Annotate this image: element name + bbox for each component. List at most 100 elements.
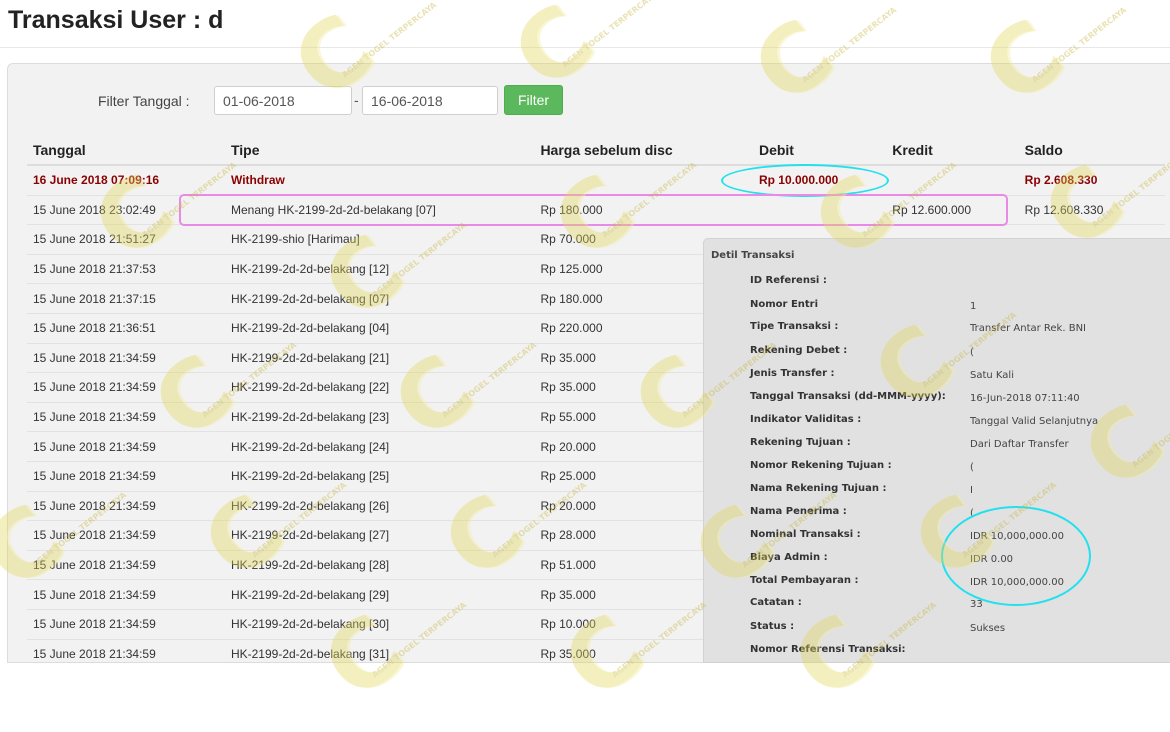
cell-type: HK-2199-2d-2d-belakang [30]	[224, 608, 535, 639]
cell-date: 15 June 2018 21:34:59	[27, 490, 225, 521]
detail-label: ID Referensi :	[750, 275, 827, 286]
transaction-detail-panel: Detil Transaksi ID Referensi : Nomor Entr…	[703, 238, 1170, 663]
detail-value: I	[970, 485, 973, 496]
cell-type: HK-2199-2d-2d-belakang [12]	[224, 253, 535, 284]
cell-date: 15 June 2018 21:34:59	[27, 372, 225, 403]
detail-label: Nama Penerima :	[750, 506, 847, 517]
table-row: 16 June 2018 07:09:16 Withdraw Rp 10.000.0…	[27, 164, 1165, 196]
cell-type: HK-2199-2d-2d-belakang [23]	[224, 401, 535, 432]
cell-date: 15 June 2018 21:34:59	[27, 520, 225, 551]
detail-value: 33	[970, 599, 983, 610]
winning-row-highlight	[179, 194, 1008, 226]
column-header-date: Tanggal	[27, 136, 225, 166]
date-from-input[interactable]	[214, 86, 352, 115]
date-to-input[interactable]	[362, 86, 498, 115]
cell-date: 15 June 2018 21:51:27	[27, 224, 225, 255]
column-header-debit: Debit	[752, 136, 887, 166]
detail-label: Jenis Transfer :	[750, 368, 835, 379]
detail-value: Sukses	[970, 623, 1006, 634]
cell-date: 15 June 2018 21:34:59	[27, 431, 225, 462]
detail-row: Nomor Rekening Tujuan : (	[704, 460, 1170, 483]
cell-date: 15 June 2018 21:34:59	[27, 460, 225, 492]
detail-row: Indikator Validitas : Tanggal Valid Selan…	[704, 414, 1170, 437]
page-title: Transaksi User : d	[8, 6, 224, 34]
detail-label: Total Pembayaran :	[750, 575, 859, 586]
cell-date: 15 June 2018 21:36:51	[27, 312, 225, 344]
cell-type: HK-2199-2d-2d-belakang [26]	[224, 490, 535, 521]
detail-value: 1	[970, 301, 977, 312]
cell-saldo: Rp 12.608.330	[1018, 194, 1165, 225]
amount-highlight-ellipse	[941, 506, 1091, 606]
detail-label: Catatan :	[750, 597, 802, 608]
cell-type: HK-2199-2d-2d-belakang [21]	[224, 342, 535, 373]
cell-type: HK-2199-2d-2d-belakang [24]	[224, 431, 535, 462]
detail-value: Transfer Antar Rek. BNI	[970, 323, 1086, 334]
detail-label: Rekening Tujuan :	[750, 437, 851, 448]
detail-label: Tipe Transaksi :	[750, 321, 839, 332]
detail-value: Satu Kali	[970, 370, 1014, 381]
cell-type: HK-2199-2d-2d-belakang [04]	[224, 312, 535, 344]
detail-row: Tipe Transaksi : Transfer Antar Rek. BNI	[704, 321, 1170, 344]
cell-date: 15 June 2018 21:34:59	[27, 549, 225, 580]
detail-row: Catatan : 33	[704, 597, 1170, 620]
detail-row: Rekening Tujuan : Dari Daftar Transfer	[704, 437, 1170, 460]
cell-credit	[886, 164, 1019, 196]
cell-date: 16 June 2018 07:09:16	[27, 164, 225, 196]
cell-type: HK-2199-2d-2d-belakang [07]	[224, 283, 535, 314]
detail-row: Tanggal Transaksi (dd-MMM-yyyy): 16-Jun-2…	[704, 391, 1170, 414]
detail-label: Nomor Entri	[750, 299, 819, 310]
detail-row: Nominal Transaksi : IDR 10,000,000.00	[704, 529, 1170, 552]
cell-type: HK-2199-2d-2d-belakang [28]	[224, 549, 535, 580]
cell-date: 15 June 2018 21:37:53	[27, 253, 225, 284]
detail-row: Nomor Entri 1	[704, 299, 1170, 322]
cell-type: HK-2199-2d-2d-belakang [27]	[224, 520, 535, 551]
cell-saldo: Rp 2.608.330	[1018, 164, 1165, 196]
detail-value: (	[970, 347, 974, 358]
detail-label: Status :	[750, 621, 795, 632]
detail-row: Nama Rekening Tujuan : I	[704, 483, 1170, 506]
date-separator: -	[354, 92, 359, 108]
detail-label: Nomor Rekening Tujuan :	[750, 460, 892, 471]
cell-date: 15 June 2018 21:34:59	[27, 342, 225, 373]
cell-type: HK-2199-2d-2d-belakang [25]	[224, 460, 535, 492]
filter-button[interactable]: Filter	[504, 85, 563, 115]
cell-type: HK-2199-2d-2d-belakang [29]	[224, 579, 535, 610]
detail-value: (	[970, 462, 974, 473]
column-header-type: Tipe	[224, 136, 535, 166]
detail-row: Rekening Debet : (	[704, 345, 1170, 368]
debit-highlight-ellipse	[721, 164, 889, 197]
detail-label: Nominal Transaksi :	[750, 529, 861, 540]
detail-row: Total Pembayaran : IDR 10,000,000.00	[704, 575, 1170, 598]
filter-date-label: Filter Tanggal :	[98, 93, 190, 109]
cell-type: Withdraw	[224, 164, 535, 196]
column-header-price: Harga sebelum disc	[534, 136, 753, 166]
table-header-row: Tanggal Tipe Harga sebelum disc Debit Kr…	[27, 136, 1165, 166]
title-divider	[0, 47, 1170, 48]
cell-type: HK-2199-shio [Harimau]	[224, 224, 535, 255]
column-header-credit: Kredit	[886, 136, 1019, 166]
column-header-saldo: Saldo	[1018, 136, 1165, 166]
cell-type: HK-2199-2d-2d-belakang [22]	[224, 372, 535, 403]
detail-value: 16-Jun-2018 07:11:40	[970, 393, 1080, 404]
detail-label: Tanggal Transaksi (dd-MMM-yyyy):	[750, 391, 946, 402]
cell-type: HK-2199-2d-2d-belakang [31]	[224, 638, 535, 669]
detail-label: Rekening Debet :	[750, 345, 848, 356]
detail-row: Status : Sukses	[704, 621, 1170, 644]
watermark-text: AGEN TOGEL TERPERCAYA	[560, 0, 659, 70]
detail-value: Tanggal Valid Selanjutnya	[970, 416, 1099, 427]
detail-label: Nama Rekening Tujuan :	[750, 483, 887, 494]
detail-row: Biaya Admin : IDR 0.00	[704, 552, 1170, 575]
detail-label: Biaya Admin :	[750, 552, 828, 563]
detail-value: Dari Daftar Transfer	[970, 439, 1069, 450]
cell-date: 15 June 2018 21:34:59	[27, 579, 225, 610]
detail-title: Detil Transaksi	[711, 250, 795, 261]
cell-date: 15 June 2018 21:34:59	[27, 608, 225, 639]
cell-date: 15 June 2018 21:34:59	[27, 638, 225, 669]
detail-label: Indikator Validitas :	[750, 414, 862, 425]
detail-row: Nama Penerima :(	[704, 506, 1170, 529]
detail-label: Nomor Referensi Transaksi:	[750, 644, 906, 655]
detail-row: ID Referensi :	[704, 275, 1170, 298]
detail-row: Jenis Transfer : Satu Kali	[704, 368, 1170, 391]
cell-date: 15 June 2018 21:34:59	[27, 401, 225, 432]
detail-row: Nomor Referensi Transaksi:	[704, 644, 1170, 667]
